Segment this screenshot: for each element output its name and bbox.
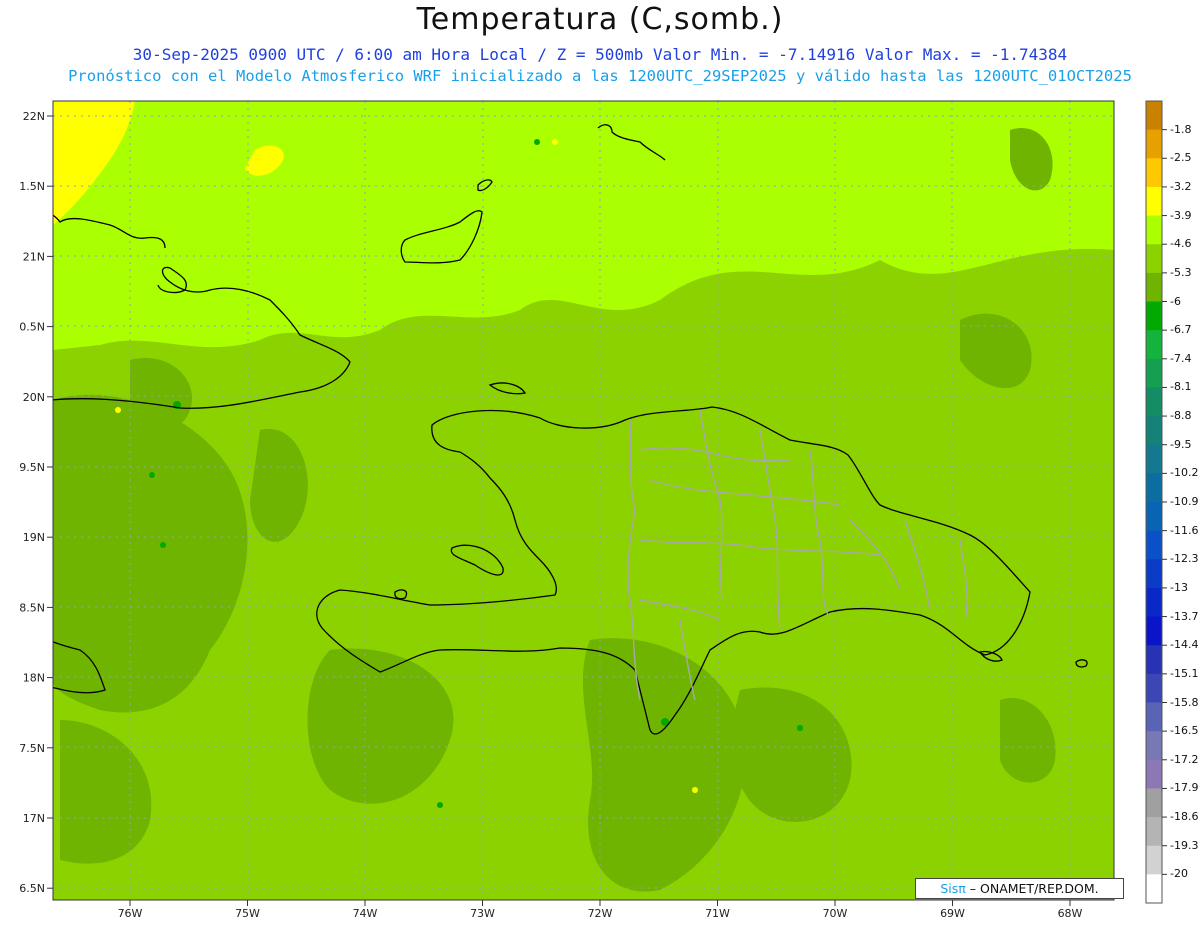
longitude-ticks: 76W 75W 74W 73W 72W 71W 70W 69W 68W: [118, 900, 1083, 920]
colorbar-swatch: [1146, 358, 1162, 388]
lat-tick-label: 22N: [23, 110, 45, 123]
colorbar-swatch: [1146, 817, 1162, 847]
colorbar-level-label: -2.5: [1170, 151, 1192, 165]
colorbar-level-label: -12.3: [1170, 552, 1199, 566]
lat-tick-label: 7.5N: [19, 742, 45, 755]
lat-tick-label: 1.5N: [19, 180, 45, 193]
colorbar-level-label: -10.9: [1170, 495, 1199, 508]
temperature-field: [53, 101, 1114, 900]
colorbar-level-label: -5.3: [1170, 265, 1192, 279]
lon-tick-label: 75W: [235, 907, 260, 920]
colorbar-swatch: [1146, 673, 1162, 703]
lon-tick-label: 68W: [1058, 907, 1083, 920]
colorbar-level-label: -4.6: [1170, 237, 1192, 251]
lon-tick-label: 74W: [353, 907, 378, 920]
lon-tick-label: 69W: [940, 907, 965, 920]
lat-tick-label: 18N: [23, 672, 45, 685]
colorbar-swatch: [1146, 874, 1162, 904]
lon-tick-label: 73W: [470, 907, 495, 920]
colorbar-level-label: -20: [1170, 867, 1188, 881]
colorbar-swatch: [1146, 330, 1162, 360]
colorbar-level-label: -3.2: [1170, 179, 1192, 193]
colorbar-swatch: [1146, 759, 1162, 789]
colorbar-level-label: -14.4: [1170, 638, 1199, 652]
colorbar-swatch: [1146, 788, 1162, 818]
latitude-ticks: 22N 1.5N 21N 0.5N 20N 9.5N 19N 8.5N 18N 7.5N 17N 6.…: [19, 110, 53, 895]
colorbar-level-label: -15.8: [1170, 695, 1199, 709]
lat-tick-label: 0.5N: [19, 321, 45, 334]
lat-tick-label: 6.5N: [19, 882, 45, 895]
colorbar-level-label: -1.8: [1170, 122, 1192, 136]
colorbar: [1145, 100, 1167, 904]
colorbar-swatch: [1146, 731, 1162, 761]
lon-tick-label: 70W: [823, 907, 848, 920]
colorbar-swatch: [1146, 559, 1162, 589]
colorbar-swatch: [1146, 416, 1162, 446]
colorbar-level-label: -6: [1170, 294, 1181, 308]
colorbar-swatch: [1146, 645, 1162, 675]
colorbar-level-label: -17.2: [1170, 752, 1199, 766]
colorbar-swatch: [1146, 444, 1162, 474]
lon-tick-label: 72W: [588, 907, 613, 920]
colorbar-level-label: -9.5: [1170, 437, 1192, 451]
colorbar-swatch: [1146, 129, 1162, 159]
lat-tick-label: 21N: [23, 250, 45, 263]
colorbar-swatch: [1146, 244, 1162, 274]
lat-tick-label: 9.5N: [19, 461, 45, 474]
colorbar-swatch: [1146, 387, 1162, 417]
colorbar-level-label: -18.6: [1170, 810, 1199, 824]
colorbar-level-label: -10.2: [1170, 466, 1199, 480]
colorbar-level-label: -8.8: [1170, 409, 1192, 423]
colorbar-swatch: [1146, 301, 1162, 331]
colorbar-level-label: -3.9: [1170, 208, 1192, 222]
colorbar-level-label: -15.1: [1170, 666, 1199, 680]
colorbar-level-label: -7.4: [1170, 351, 1192, 365]
colorbar-swatch: [1146, 186, 1162, 217]
colorbar-level-label: -11.6: [1170, 523, 1199, 537]
colorbar-level-label: -13.7: [1170, 609, 1199, 623]
colorbar-swatch: [1146, 530, 1162, 560]
colorbar-swatch: [1146, 702, 1162, 732]
lon-tick-label: 71W: [705, 907, 730, 920]
colorbar-level-label: -17.9: [1170, 781, 1199, 795]
colorbar-swatch: [1146, 158, 1162, 188]
credit-box: Sisπ – ONAMET/REP.DOM.: [915, 878, 1124, 899]
colorbar-level-label: -6.7: [1170, 323, 1192, 337]
colorbar-swatch: [1146, 101, 1162, 131]
lat-tick-label: 17N: [23, 812, 45, 825]
colorbar-level-label: -16.5: [1170, 724, 1199, 738]
forecast-map: 22N 1.5N 21N 0.5N 20N 9.5N 19N 8.5N 18N 7.5N 17N 6.…: [19, 100, 1167, 920]
colorbar-swatch: [1146, 473, 1162, 503]
lon-tick-label: 76W: [118, 907, 143, 920]
lat-tick-label: 8.5N: [19, 601, 45, 614]
colorbar-swatch: [1146, 502, 1162, 532]
lat-tick-label: 20N: [23, 391, 45, 404]
colorbar-swatch: [1146, 616, 1162, 646]
lat-tick-label: 19N: [23, 531, 45, 544]
colorbar-swatch: [1146, 845, 1162, 875]
credit-org: – ONAMET/REP.DOM.: [969, 881, 1099, 896]
colorbar-level-label: -13: [1170, 580, 1188, 594]
colorbar-level-label: -19.3: [1170, 838, 1199, 852]
colorbar-swatch: [1146, 587, 1162, 618]
colorbar-swatch: [1146, 272, 1162, 302]
colorbar-swatch: [1146, 215, 1162, 245]
credit-sis: Sisπ: [940, 881, 966, 896]
colorbar-level-label: -8.1: [1170, 380, 1192, 394]
